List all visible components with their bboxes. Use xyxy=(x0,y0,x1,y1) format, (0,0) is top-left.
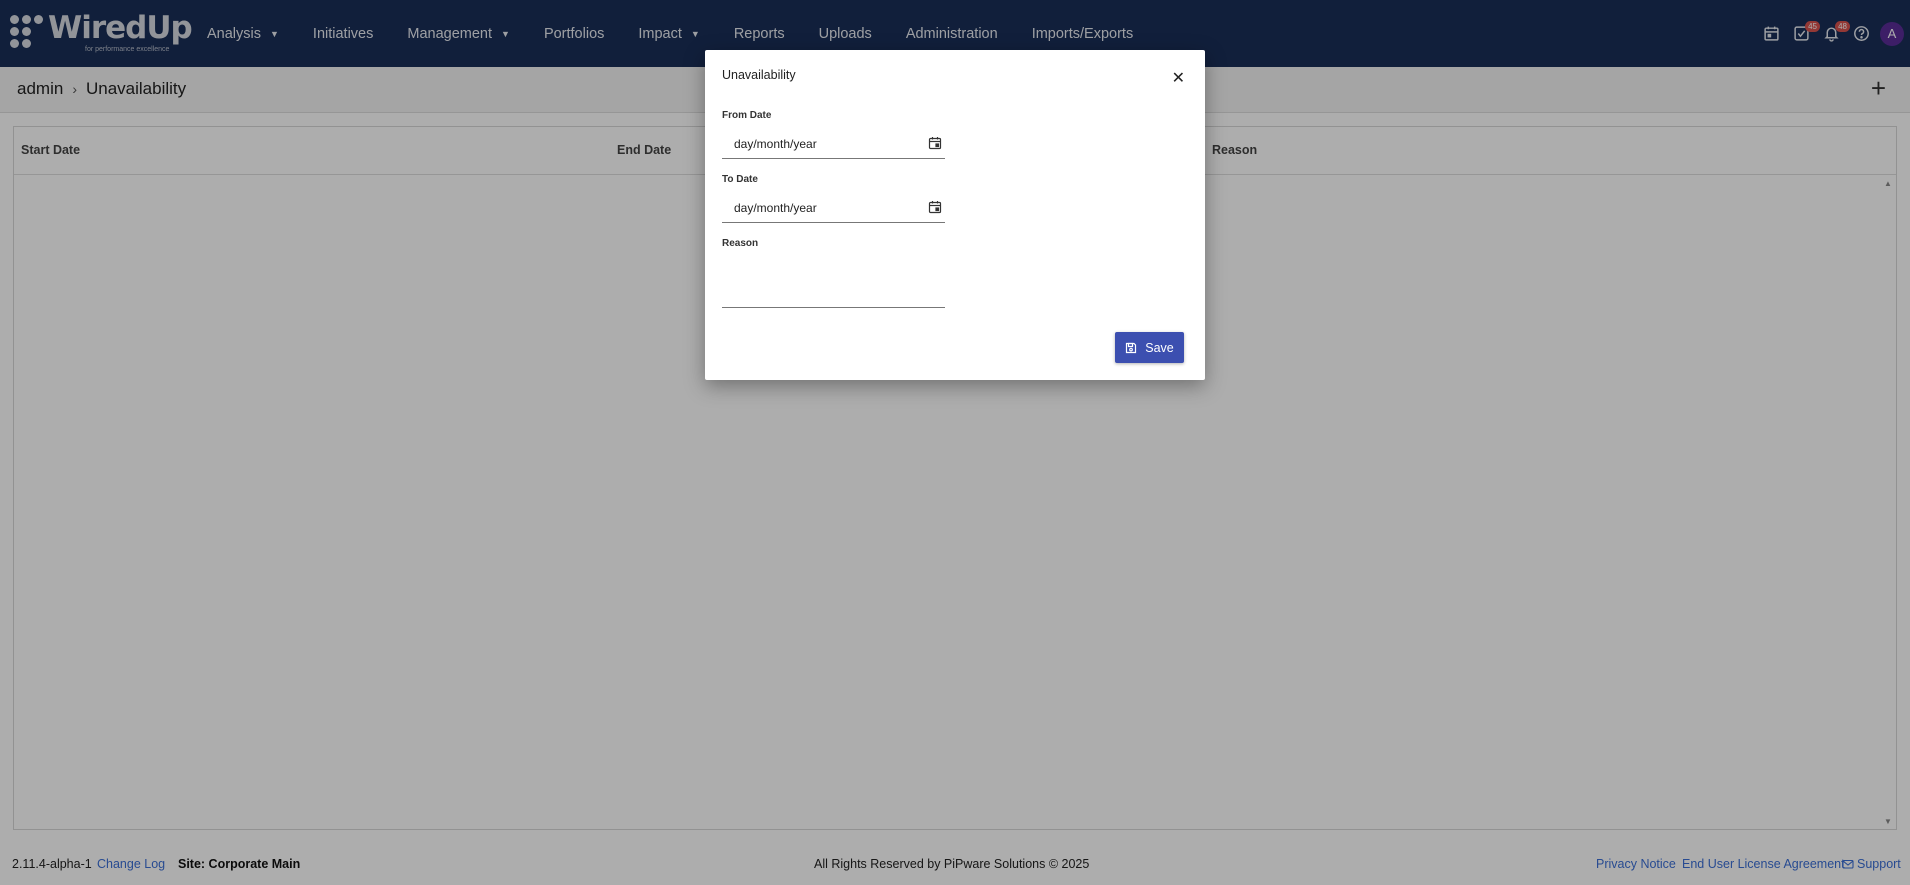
from-date-label: From Date xyxy=(722,110,772,121)
unavailability-dialog: Unavailability ✕ From Date To Date Reaso… xyxy=(705,50,1205,380)
calendar-icon[interactable] xyxy=(928,200,942,214)
save-icon xyxy=(1126,342,1137,353)
reason-label: Reason xyxy=(722,238,759,249)
save-button[interactable]: Save xyxy=(1115,332,1184,363)
reason-field[interactable] xyxy=(722,260,945,308)
to-date-input[interactable] xyxy=(734,201,914,215)
save-label: Save xyxy=(1145,340,1174,355)
from-date-field[interactable] xyxy=(722,131,945,159)
to-date-label: To Date xyxy=(722,174,758,185)
to-date-field[interactable] xyxy=(722,195,945,223)
from-date-input[interactable] xyxy=(734,137,914,151)
calendar-icon[interactable] xyxy=(928,136,942,150)
reason-input[interactable] xyxy=(722,260,945,307)
dialog-title: Unavailability xyxy=(722,68,796,82)
close-icon[interactable]: ✕ xyxy=(1172,68,1185,88)
